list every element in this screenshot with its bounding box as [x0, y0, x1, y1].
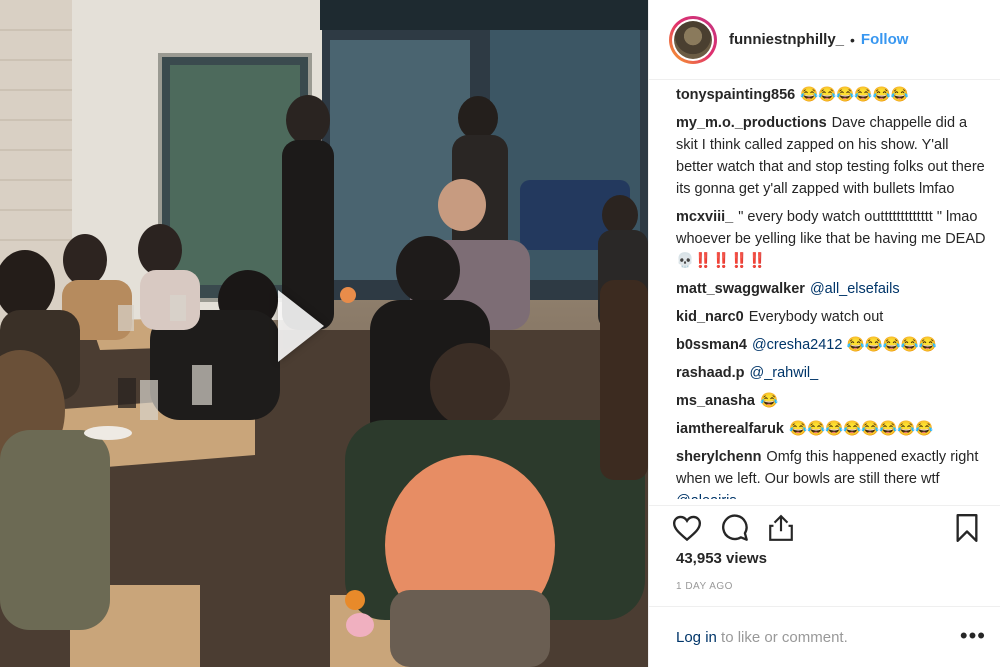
comment-text: 😂😂😂😂😂😂 — [800, 87, 909, 103]
action-bar — [649, 505, 1000, 550]
comment-item: b0ssman4 @cresha2412 😂😂😂😂😂 — [676, 331, 986, 359]
view-count[interactable]: 43,953 views — [676, 550, 767, 567]
comment-username[interactable]: my_m.o._productions — [676, 115, 827, 131]
login-prompt: Log in to like or comment. — [676, 629, 848, 646]
heart-icon[interactable] — [671, 512, 703, 544]
comment-username[interactable]: b0ssman4 — [676, 337, 747, 353]
comments-list[interactable]: tonyspainting856 😂😂😂😂😂😂 my_m.o._production… — [676, 81, 986, 499]
comment-mention-link[interactable]: @aleairis — [676, 493, 737, 499]
profile-username[interactable]: funniestnphilly_ — [729, 31, 844, 48]
comment-username[interactable]: rashaad.p — [676, 365, 745, 381]
post-footer: Log in to like or comment. ••• — [649, 606, 1000, 668]
video-player[interactable] — [0, 0, 648, 667]
login-prompt-text: to like or comment. — [716, 629, 848, 646]
follow-button[interactable]: Follow — [861, 31, 909, 48]
comment-item: tonyspainting856 😂😂😂😂😂😂 — [676, 81, 986, 109]
comment-item: rashaad.p @_rahwil_ — [676, 359, 986, 387]
avatar-image — [674, 20, 712, 59]
comment-item: kid_narc0 Everybody watch out — [676, 303, 986, 331]
comment-mention-link[interactable]: @cresha2412 — [752, 337, 843, 353]
comment-item: my_m.o._productions Dave chappelle did a … — [676, 109, 986, 203]
video-frame — [0, 0, 648, 667]
comment-icon[interactable] — [719, 512, 751, 544]
avatar-ring — [672, 18, 714, 61]
header-separator: • — [850, 31, 855, 48]
post-sidebar: funniestnphilly_ • Follow tonyspainting8… — [648, 0, 1000, 667]
avatar[interactable] — [669, 15, 717, 64]
instagram-post: funniestnphilly_ • Follow tonyspainting8… — [0, 0, 1000, 667]
comment-username[interactable]: iamtherealfaruk — [676, 421, 784, 437]
comment-text: Everybody watch out — [748, 309, 884, 325]
comment-username[interactable]: matt_swaggwalker — [676, 281, 805, 297]
comment-text: 😂😂😂😂😂😂😂😂 — [789, 421, 934, 437]
comment-item: iamtherealfaruk 😂😂😂😂😂😂😂😂 — [676, 415, 986, 443]
post-header: funniestnphilly_ • Follow — [649, 0, 1000, 80]
login-link[interactable]: Log in — [676, 629, 717, 646]
comment-item: ms_anasha 😂 — [676, 387, 986, 415]
comment-text: 😂😂😂😂😂 — [842, 337, 937, 353]
comment-text: 😂 — [760, 393, 779, 409]
more-options-icon[interactable]: ••• — [960, 623, 986, 649]
comment-username[interactable]: sherylchenn — [676, 449, 761, 465]
comment-username[interactable]: mcxviii_ — [676, 209, 733, 225]
comment-username[interactable]: kid_narc0 — [676, 309, 744, 325]
comment-username[interactable]: tonyspainting856 — [676, 87, 795, 103]
comment-item: matt_swaggwalker @all_elsefails — [676, 275, 986, 303]
share-icon[interactable] — [765, 512, 797, 544]
comment-mention-link[interactable]: @_rahwil_ — [750, 365, 819, 381]
play-icon[interactable] — [278, 290, 324, 362]
comment-item: sherylchenn Omfg this happened exactly ri… — [676, 443, 986, 499]
bookmark-icon[interactable] — [951, 512, 983, 544]
comment-username[interactable]: ms_anasha — [676, 393, 755, 409]
comment-mention-link[interactable]: @all_elsefails — [810, 281, 900, 297]
comment-item: mcxviii_ " every body watch outtttttttttt… — [676, 203, 986, 275]
post-timestamp[interactable]: 1 DAY AGO — [676, 581, 733, 592]
